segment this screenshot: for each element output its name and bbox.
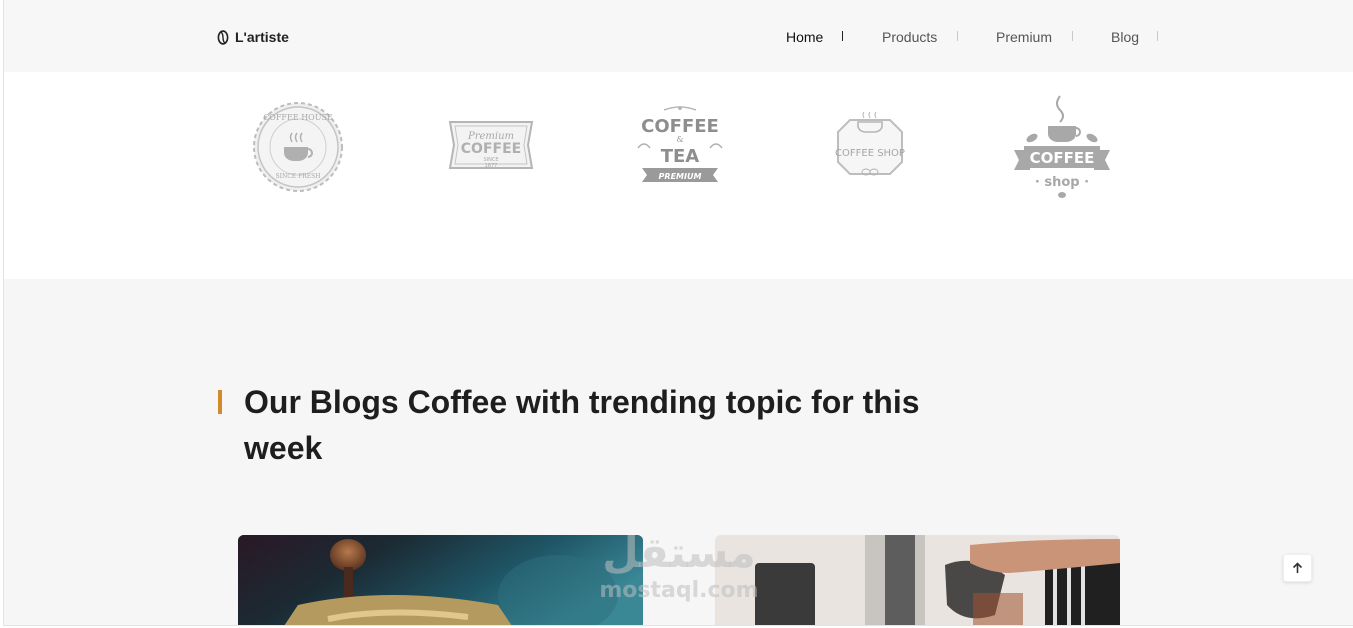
nav-blog[interactable]: Blog — [1111, 27, 1139, 47]
coffee-grinder-image — [238, 535, 643, 625]
coffee-pour-image — [715, 535, 1120, 625]
nav-divider — [1157, 31, 1158, 41]
nav-divider — [1072, 31, 1073, 41]
coffee-house-logo: COFFEE HOUSE SINCE FRESH — [253, 102, 343, 192]
svg-text:&: & — [676, 135, 683, 144]
svg-text:COFFEE: COFFEE — [1030, 149, 1095, 167]
nav-divider — [957, 31, 958, 41]
title-accent-bar — [218, 390, 222, 414]
coffee-bean-icon — [217, 29, 229, 45]
brand-name: L'artiste — [235, 29, 289, 45]
blog-section: Our Blogs Coffee with trending topic for… — [4, 279, 1353, 625]
brand-logos-strip: COFFEE HOUSE SINCE FRESH Premium COFFEE … — [4, 72, 1353, 279]
svg-text:1877: 1877 — [485, 163, 498, 169]
svg-text:COFFEE: COFFEE — [641, 116, 719, 137]
site-header: L'artiste Home Products Premium Blog — [4, 0, 1353, 72]
coffee-tea-logo: COFFEE & TEA PREMIUM — [637, 106, 723, 182]
premium-coffee-logo: Premium COFFEE SINCE 1877 — [448, 121, 534, 169]
svg-text:COFFEE SHOP: COFFEE SHOP — [835, 148, 905, 159]
nav-premium[interactable]: Premium — [996, 27, 1052, 47]
svg-text:SINCE FRESH: SINCE FRESH — [275, 173, 320, 180]
svg-text:TEA: TEA — [661, 146, 700, 167]
svg-text:· shop ·: · shop · — [1035, 175, 1089, 190]
brand-logo[interactable]: L'artiste — [217, 27, 289, 47]
svg-text:COFFEE HOUSE: COFFEE HOUSE — [263, 113, 333, 122]
blog-card-image[interactable] — [238, 535, 643, 625]
nav-divider — [842, 31, 843, 41]
blog-section-title: Our Blogs Coffee with trending topic for… — [244, 384, 920, 466]
page: L'artiste Home Products Premium Blog COF… — [3, 0, 1353, 626]
coffee-shop-ribbon-logo: COFFEE · shop · — [1014, 95, 1110, 198]
coffee-shop-logo: COFFEE SHOP — [835, 111, 905, 176]
svg-text:PREMIUM: PREMIUM — [659, 172, 702, 181]
arrow-up-icon — [1292, 562, 1303, 573]
nav-products[interactable]: Products — [882, 27, 937, 47]
scroll-to-top-button[interactable] — [1283, 554, 1312, 582]
blog-card-image[interactable] — [715, 535, 1120, 625]
svg-text:COFFEE: COFFEE — [461, 141, 521, 157]
nav-home[interactable]: Home — [786, 27, 823, 47]
